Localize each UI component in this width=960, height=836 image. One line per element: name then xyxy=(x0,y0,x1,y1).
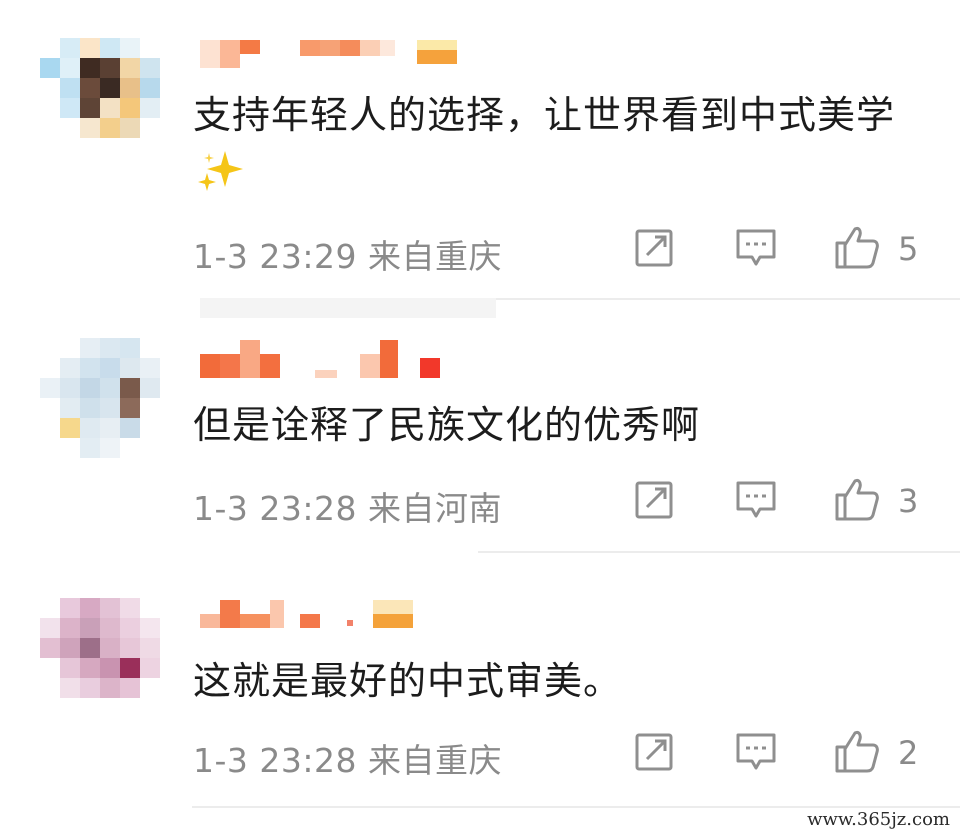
watermark: www.365jz.com xyxy=(807,809,950,830)
like-button[interactable] xyxy=(832,474,882,524)
like-count: 3 xyxy=(898,482,919,520)
avatar[interactable] xyxy=(40,38,160,158)
like-button[interactable] xyxy=(832,726,882,776)
share-icon xyxy=(635,229,673,267)
reply-icon xyxy=(736,229,776,266)
thumbs-up-icon xyxy=(835,227,879,269)
thumbs-up-icon xyxy=(835,731,879,773)
username-redacted[interactable] xyxy=(195,340,495,378)
share-icon xyxy=(635,733,673,771)
avatar[interactable] xyxy=(40,598,160,718)
like-count: 5 xyxy=(898,230,919,268)
comment-text: 这就是最好的中式审美。 xyxy=(193,659,623,703)
reply-icon xyxy=(736,733,776,770)
reply-icon xyxy=(736,481,776,518)
share-button[interactable] xyxy=(632,478,676,522)
share-icon xyxy=(635,481,673,519)
comment-text: 支持年轻人的选择，让世界看到中式美学 xyxy=(193,84,923,211)
share-button[interactable] xyxy=(632,730,676,774)
comment-meta: 1-3 23:28 来自重庆 xyxy=(193,741,502,780)
reply-button[interactable] xyxy=(734,226,778,270)
divider xyxy=(192,806,960,808)
like-count: 2 xyxy=(898,734,919,772)
username-redacted[interactable] xyxy=(195,598,495,630)
share-button[interactable] xyxy=(632,226,676,270)
reply-button[interactable] xyxy=(734,478,778,522)
comment-item: 支持年轻人的选择，让世界看到中式美学 1-3 23:29 来自重庆 5 xyxy=(0,0,960,300)
comment-item: 这就是最好的中式审美。 1-3 23:28 来自重庆 2 xyxy=(0,552,960,836)
comment-item: 但是诠释了民族文化的优秀啊 1-3 23:28 来自河南 3 xyxy=(0,300,960,550)
comment-text: 但是诠释了民族文化的优秀啊 xyxy=(193,403,701,447)
like-button[interactable] xyxy=(832,222,882,272)
thumbs-up-icon xyxy=(835,479,879,521)
reply-button[interactable] xyxy=(734,730,778,774)
username-redacted[interactable] xyxy=(195,38,495,70)
avatar[interactable] xyxy=(40,338,160,458)
sparkles-icon xyxy=(197,149,245,211)
comment-meta: 1-3 23:28 来自河南 xyxy=(193,489,502,528)
comment-meta: 1-3 23:29 来自重庆 xyxy=(193,237,502,276)
